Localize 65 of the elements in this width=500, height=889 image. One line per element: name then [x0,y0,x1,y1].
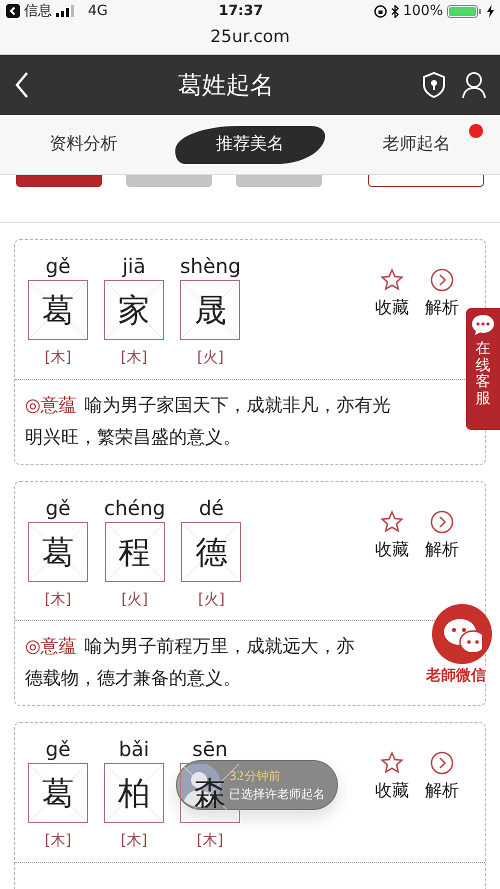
analysis-button[interactable]: 解析 [425,510,459,563]
pinyin: shèng [180,253,241,280]
tab[interactable]: 推荐美名 [173,126,327,164]
analysis-button[interactable]: 解析 [425,268,459,322]
back-app-label[interactable]: 信息 [24,0,52,22]
chevron-circle-icon [430,510,454,534]
element-label: [木] [44,830,72,851]
user-icon[interactable] [462,71,486,99]
element-label: [火] [197,347,224,368]
pinyin: gě [46,253,70,280]
pinyin: sēn [192,736,228,763]
star-icon [380,751,404,775]
tab[interactable]: 老师起名 [342,126,491,164]
time: 17:37 [218,2,264,20]
url-text: 25ur.com [210,26,290,50]
filter-button[interactable] [368,175,484,187]
element-label: [木] [44,588,72,610]
element-label: [木] [44,347,72,368]
pinyin: dé [198,494,224,522]
meaning-text: 喻为男子家国天下，成就非凡，亦有光 [84,394,391,418]
battery-icon [447,4,483,18]
favorite-button[interactable]: 收藏 [375,751,409,804]
bluetooth-icon [390,4,399,18]
meaning-label: ◎意蕴 [25,635,77,659]
pinyin: bǎi [118,736,150,763]
page-title: 葛姓起名 [178,70,274,101]
tab[interactable]: 资料分析 [9,126,158,164]
favorite-button[interactable]: 收藏 [375,510,409,563]
analysis-button[interactable]: 解析 [425,751,459,804]
element-label: [木] [120,830,148,851]
name-character: 葛 [28,763,88,823]
pinyin: gě [46,494,70,522]
name-character: 德 [181,522,242,582]
battery-percent: 100% [402,2,443,20]
customer-service-tab[interactable]: 在线客服 [466,308,500,430]
chevron-circle-icon [430,268,454,292]
rotation-lock-icon [374,4,387,18]
name-character: 葛 [28,280,88,340]
pinyin: chéng [104,494,166,522]
meaning-text: 明兴旺，繁荣昌盛的意义。 [25,426,241,450]
element-label: [木] [196,830,224,851]
back-icon[interactable] [14,71,30,99]
shield-icon[interactable] [422,71,446,99]
name-character: 柏 [104,763,164,823]
network-label: 4G [88,2,108,20]
favorite-button[interactable]: 收藏 [375,268,409,322]
chat-bubble-icon [471,314,495,336]
meaning-text: 喻为男子前程万里，成就远大，亦 [84,635,355,659]
star-icon [380,510,404,534]
chat-bubbles-icon [442,616,482,652]
pinyin: jiā [122,253,146,280]
name-character: 程 [104,522,165,582]
star-icon [380,268,404,292]
element-label: [火] [198,588,225,610]
signal-icon [56,5,76,17]
meaning-text: 德载物，德才兼备的意义。 [25,667,241,691]
name-character: 晟 [180,280,240,340]
name-character: 家 [104,280,164,340]
meaning-label: ◎意蕴 [25,394,77,418]
element-label: [木] [120,347,148,368]
element-label: [火] [121,588,148,610]
name-character: 葛 [28,522,88,582]
pinyin: gě [46,736,70,763]
charging-icon [487,4,494,18]
chevron-circle-icon [430,751,454,775]
